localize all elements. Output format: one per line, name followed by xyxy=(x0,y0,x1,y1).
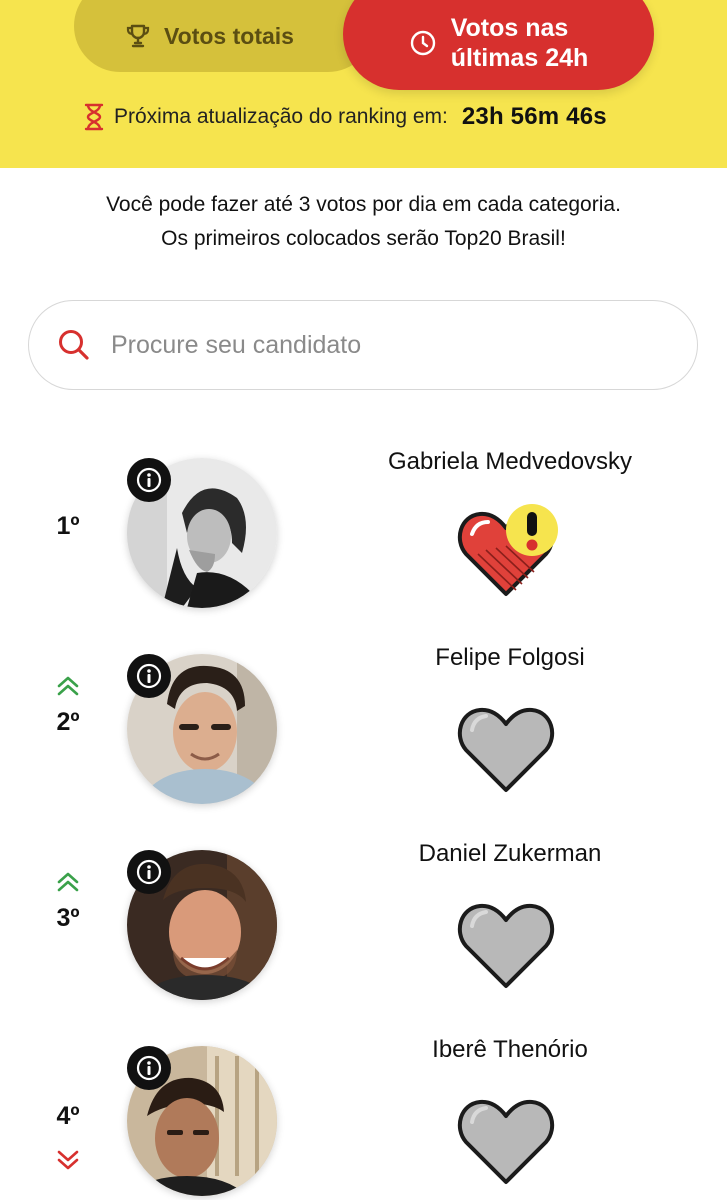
hourglass-icon xyxy=(84,103,104,131)
trend-up-icon xyxy=(57,676,79,696)
candidate-row: 3º Daniel Zukerman xyxy=(0,840,727,1046)
info-button[interactable] xyxy=(127,1046,171,1090)
search-input[interactable] xyxy=(111,330,631,360)
candidate-name: Iberê Thenório xyxy=(432,1036,588,1063)
candidate-rank: 2º xyxy=(56,708,80,736)
info-icon xyxy=(136,663,162,689)
candidate-row: 4º Iberê Thenório xyxy=(0,1036,727,1200)
info-button[interactable] xyxy=(127,654,171,698)
candidate-avatar-wrap xyxy=(127,458,277,608)
tab-last-24h-label: Votos nas últimas 24h xyxy=(450,14,589,72)
candidate-avatar-wrap xyxy=(127,850,277,1000)
vote-heart-button[interactable] xyxy=(456,504,562,600)
candidate-name: Gabriela Medvedovsky xyxy=(387,448,633,475)
info-button[interactable] xyxy=(127,850,171,894)
clock-icon xyxy=(410,30,435,56)
heart-icon xyxy=(457,707,555,792)
candidate-avatar-wrap xyxy=(127,1046,277,1196)
instructions-line-2: Os primeiros colocados serão Top20 Brasi… xyxy=(161,227,566,250)
tab-last-24h-votes[interactable]: Votos nas últimas 24h xyxy=(343,0,654,90)
info-button[interactable] xyxy=(127,458,171,502)
info-icon xyxy=(136,467,162,493)
candidate-name: Felipe Folgosi xyxy=(435,644,585,671)
candidate-rank: 3º xyxy=(56,904,80,932)
candidate-rank: 4º xyxy=(56,1102,80,1130)
update-label: Próxima atualização do ranking em: xyxy=(114,105,448,128)
instructions-line-1: Você pode fazer até 3 votos por dia em c… xyxy=(106,193,621,216)
voting-instructions: Você pode fazer até 3 votos por dia em c… xyxy=(0,188,727,256)
heart-icon xyxy=(457,1099,555,1184)
tab-total-votes[interactable]: Votos totais xyxy=(74,0,374,72)
vote-heart-button[interactable] xyxy=(456,1094,562,1188)
search-bar[interactable] xyxy=(28,300,698,390)
trophy-icon xyxy=(126,24,150,48)
candidate-name: Daniel Zukerman xyxy=(418,840,602,867)
vote-heart-button[interactable] xyxy=(456,898,562,992)
candidate-avatar-wrap xyxy=(127,654,277,804)
trend-down-icon xyxy=(57,1150,79,1170)
candidate-row: 1º Gabriela Medvedovsky xyxy=(0,448,727,654)
info-icon xyxy=(136,859,162,885)
trend-up-icon xyxy=(57,872,79,892)
vote-heart-button[interactable] xyxy=(456,702,562,796)
candidate-rank: 1º xyxy=(56,512,80,540)
info-icon xyxy=(136,1055,162,1081)
heart-icon xyxy=(457,903,555,988)
update-countdown: 23h 56m 46s xyxy=(461,103,607,130)
ranking-header: Votos totais Votos nas últimas 24h Próxi… xyxy=(0,0,727,168)
candidate-row: 2º Felipe Folgosi xyxy=(0,644,727,850)
tab-total-label: Votos totais xyxy=(164,22,294,49)
exclamation-icon xyxy=(506,504,558,556)
ranking-update-info: Próxima atualização do ranking em: 23h 5… xyxy=(84,100,607,134)
search-icon xyxy=(59,330,89,360)
